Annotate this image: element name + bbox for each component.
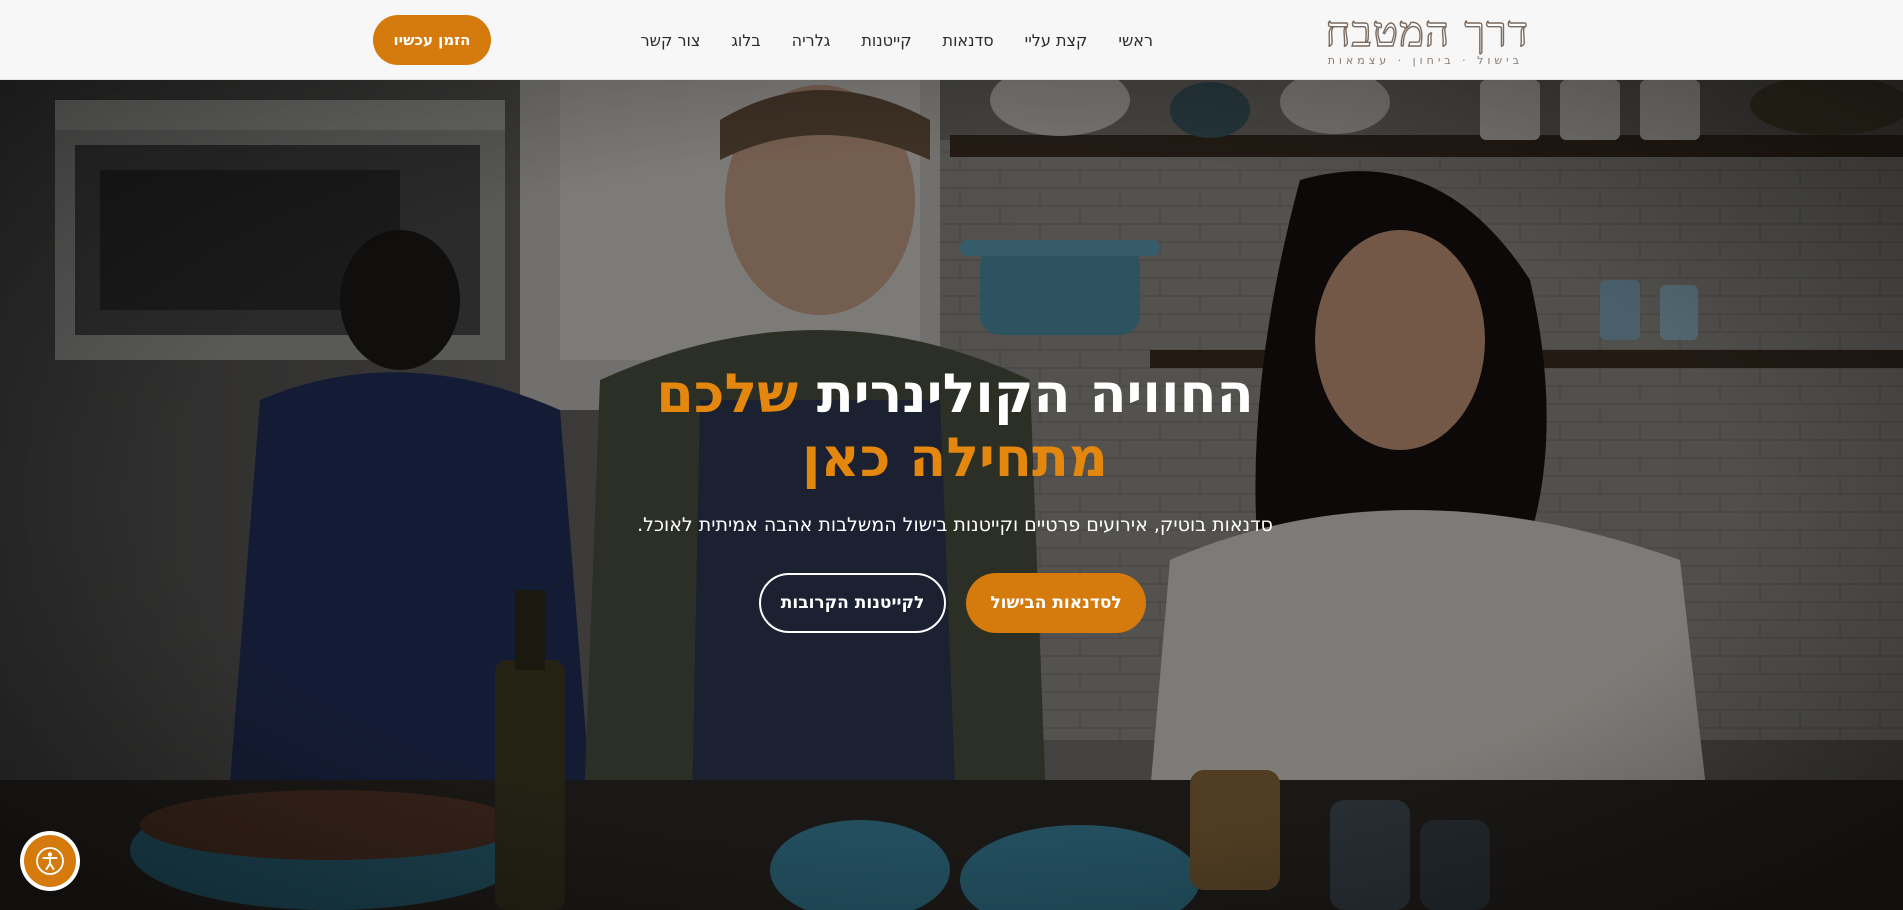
nav-item-gallery[interactable]: גלריה <box>792 31 831 50</box>
nav-item-about[interactable]: קצת עליי <box>1025 31 1088 50</box>
hero-subtitle: סדנאות בוטיק, אירועים פרטיים וקייטנות בי… <box>637 514 1273 536</box>
logo[interactable]: דרך המטבח בישול · ביחון · עצמאות <box>1319 7 1529 70</box>
workshops-button[interactable]: לסדנאות הבישול <box>966 573 1146 633</box>
hero-section: החוויה הקולינרית שלכם מתחילה כאן סדנאות … <box>0 80 1903 910</box>
accessibility-button[interactable] <box>20 831 80 891</box>
order-now-button[interactable]: הזמן עכשיו <box>373 15 491 65</box>
camps-button[interactable]: לקייטנות הקרובות <box>759 573 946 633</box>
nav-item-blog[interactable]: בלוג <box>731 31 760 50</box>
main-nav: ראשי קצת עליי סדנאות קייטנות גלריה בלוג … <box>641 0 1153 80</box>
nav-item-contact[interactable]: צור קשר <box>641 31 701 50</box>
logo-tagline: בישול · ביחון · עצמאות <box>1327 54 1523 67</box>
logo-title: דרך המטבח <box>1325 7 1529 56</box>
nav-item-workshops[interactable]: סדנאות <box>943 31 994 50</box>
accessibility-icon <box>24 835 76 887</box>
hero-content: החוויה הקולינרית שלכם מתחילה כאן סדנאות … <box>0 80 1903 910</box>
hero-title-main: החוויה הקולינרית <box>816 362 1254 425</box>
nav-item-camps[interactable]: קייטנות <box>861 31 911 50</box>
hero-title: החוויה הקולינרית שלכם מתחילה כאן <box>560 362 1350 490</box>
site-header: דרך המטבח בישול · ביחון · עצמאות ראשי קצ… <box>0 0 1903 80</box>
nav-item-home[interactable]: ראשי <box>1118 31 1153 50</box>
